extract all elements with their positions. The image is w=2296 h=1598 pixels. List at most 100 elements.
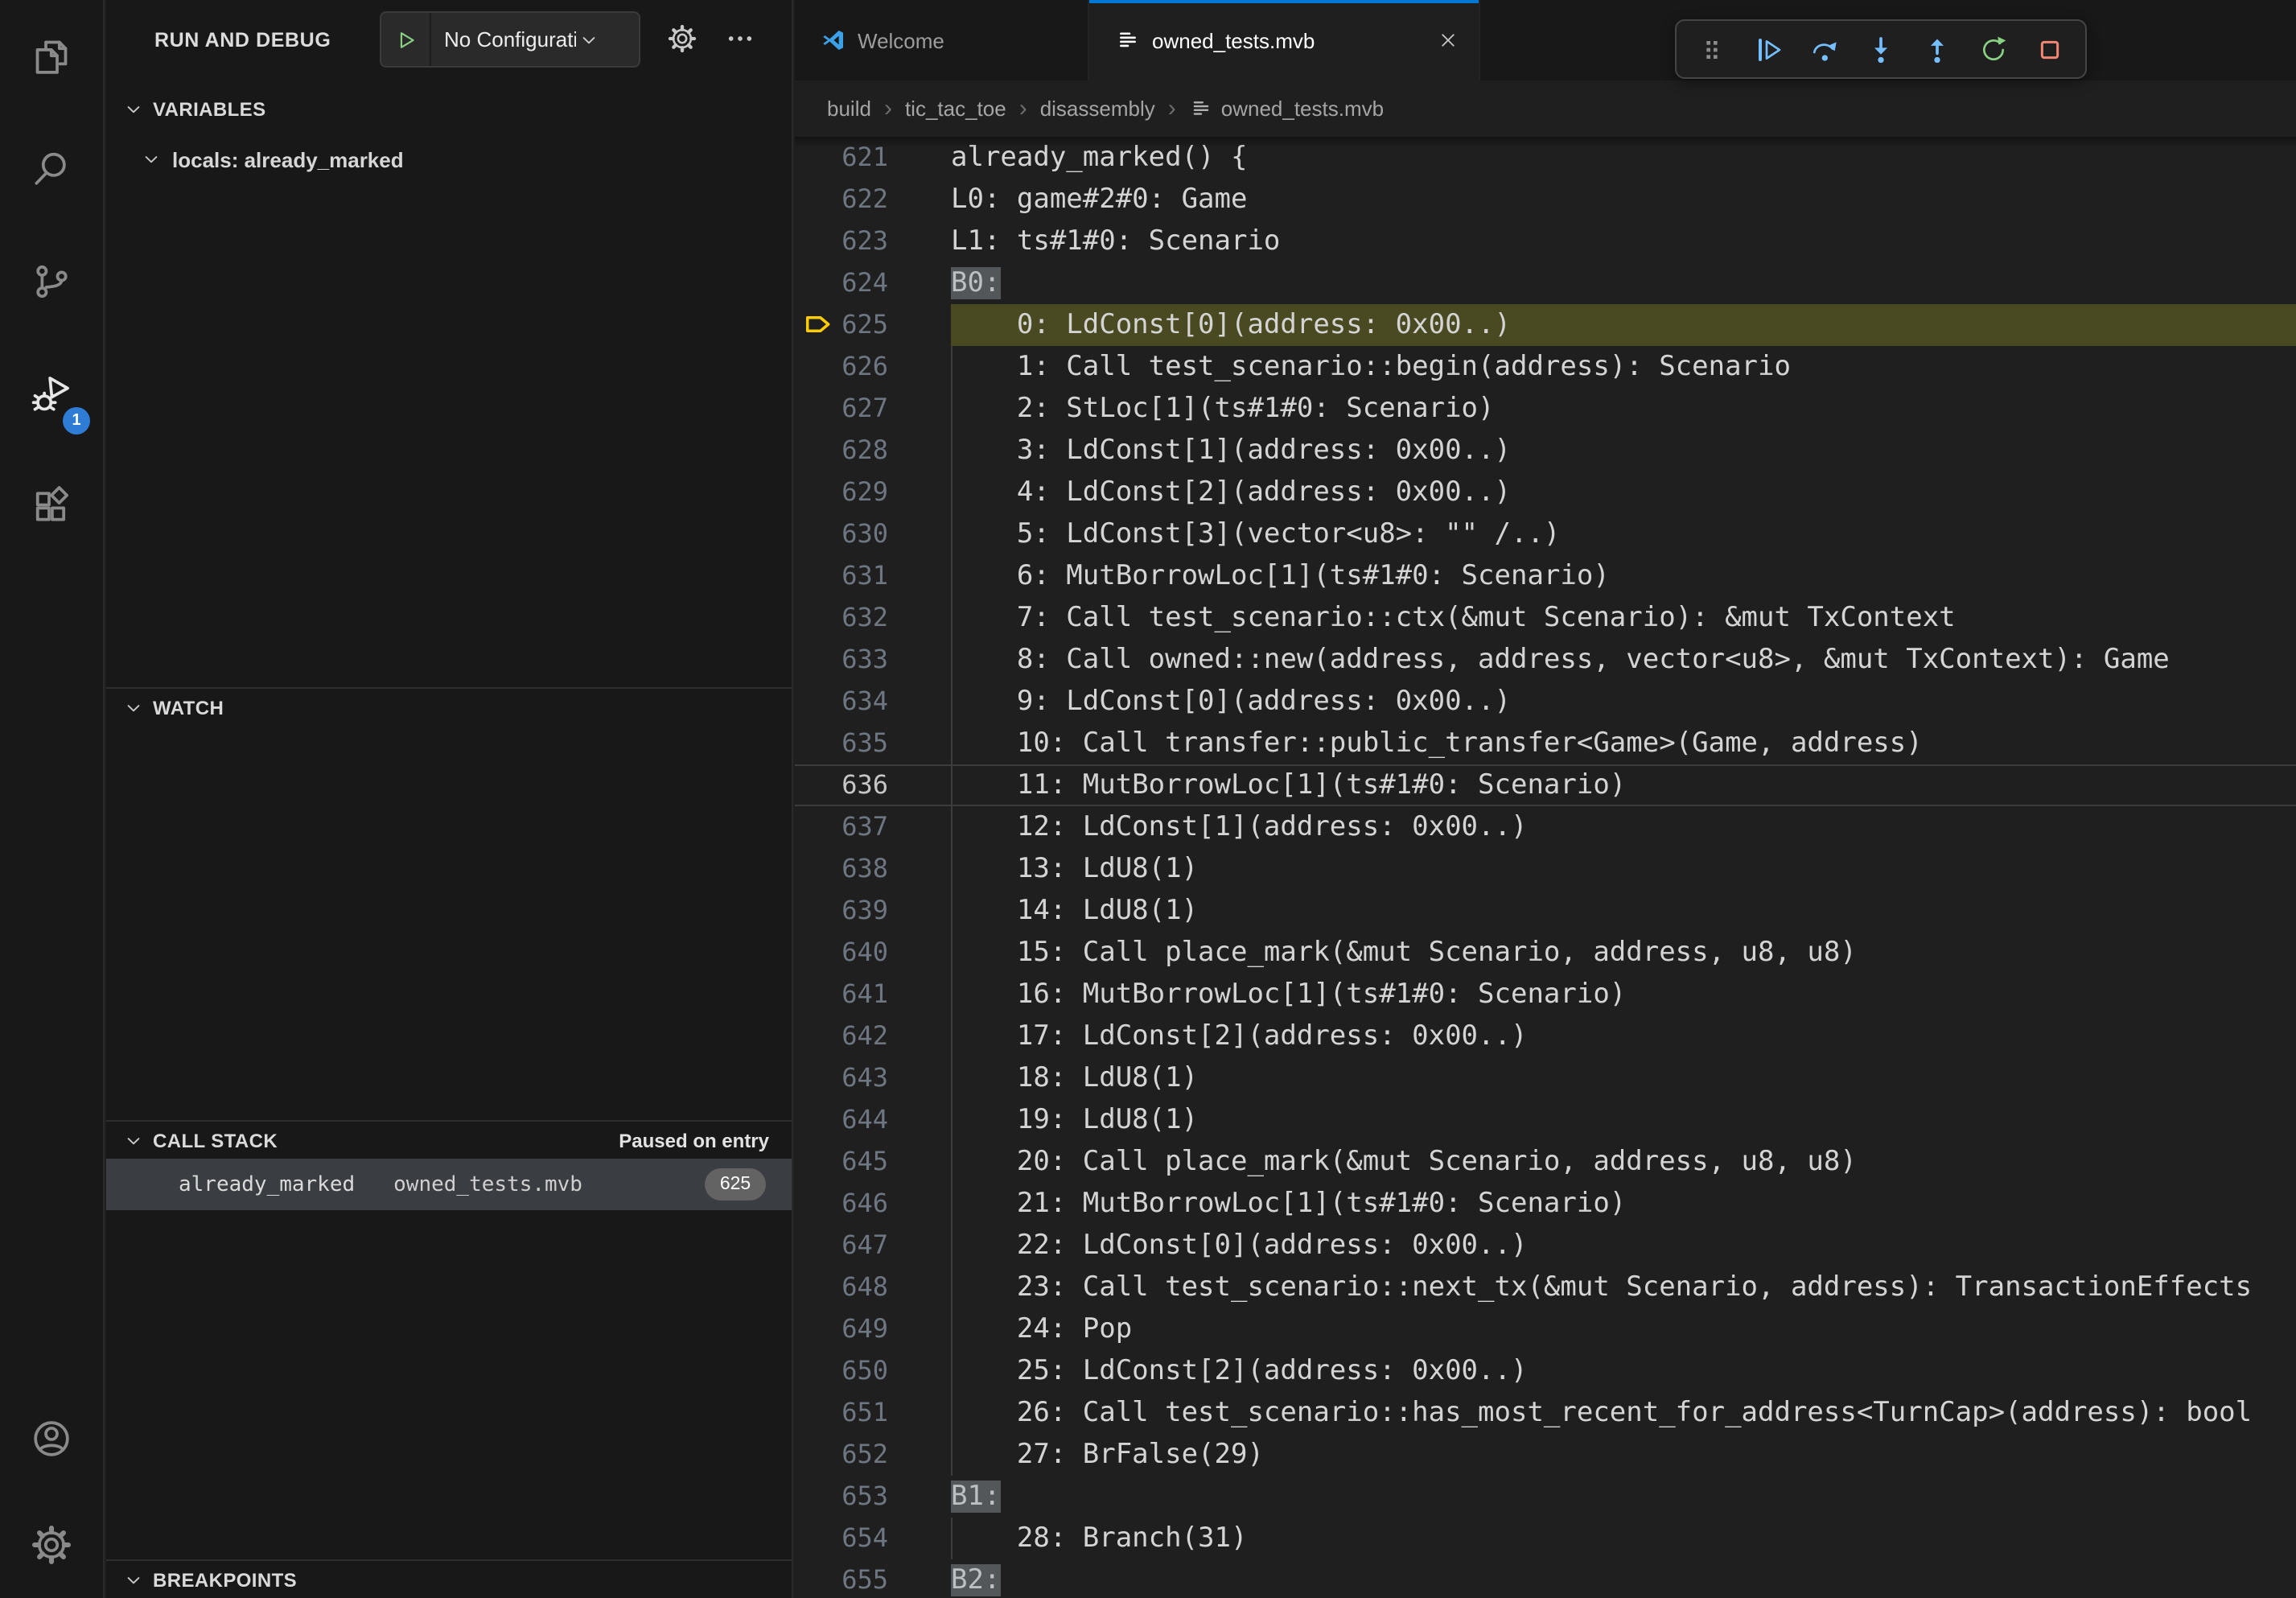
line-number[interactable]: 622 bbox=[795, 179, 888, 220]
code-line-652[interactable]: 652 27: BrFalse(29) bbox=[795, 1434, 2296, 1476]
tab-owned-tests-mvb[interactable]: owned_tests.mvb bbox=[1089, 0, 1480, 80]
activity-bar-item-source-control[interactable] bbox=[0, 225, 103, 338]
line-number[interactable]: 651 bbox=[795, 1392, 888, 1434]
line-number[interactable]: 640 bbox=[795, 932, 888, 974]
code-line-643[interactable]: 643 18: LdU8(1) bbox=[795, 1057, 2296, 1099]
code-line-632[interactable]: 632 7: Call test_scenario::ctx(&mut Scen… bbox=[795, 597, 2296, 639]
code-line-655[interactable]: 655B2: bbox=[795, 1559, 2296, 1598]
more-actions-icon[interactable] bbox=[724, 23, 756, 55]
code-line-649[interactable]: 649 24: Pop bbox=[795, 1308, 2296, 1350]
activity-bar-item-explorer[interactable] bbox=[0, 0, 103, 113]
line-number[interactable]: 635 bbox=[795, 723, 888, 764]
line-number[interactable]: 621 bbox=[795, 137, 888, 179]
code-line-627[interactable]: 627 2: StLoc[1](ts#1#0: Scenario) bbox=[795, 388, 2296, 430]
line-number[interactable]: 655 bbox=[795, 1559, 888, 1598]
line-number[interactable]: 650 bbox=[795, 1350, 888, 1392]
code-line-622[interactable]: 622L0: game#2#0: Game bbox=[795, 179, 2296, 220]
line-number[interactable]: 633 bbox=[795, 639, 888, 681]
code-line-640[interactable]: 640 15: Call place_mark(&mut Scenario, a… bbox=[795, 932, 2296, 974]
line-number[interactable]: 653 bbox=[795, 1476, 888, 1518]
line-number[interactable]: 648 bbox=[795, 1266, 888, 1308]
code-line-644[interactable]: 644 19: LdU8(1) bbox=[795, 1099, 2296, 1141]
activity-bar-item-run-and-debug[interactable]: 1 bbox=[0, 338, 103, 451]
breadcrumb-item-tic_tac_toe[interactable]: tic_tac_toe bbox=[905, 97, 1006, 121]
line-number[interactable]: 629 bbox=[795, 472, 888, 513]
section-header-watch[interactable]: WATCH bbox=[106, 687, 792, 726]
section-header-variables[interactable]: VARIABLES bbox=[106, 90, 792, 129]
code-line-648[interactable]: 648 23: Call test_scenario::next_tx(&mut… bbox=[795, 1266, 2296, 1308]
debug-start-icon[interactable] bbox=[381, 13, 431, 66]
line-number[interactable]: 645 bbox=[795, 1141, 888, 1183]
code-line-630[interactable]: 630 5: LdConst[3](vector<u8>: "" /..) bbox=[795, 513, 2296, 555]
code-line-637[interactable]: 637 12: LdConst[1](address: 0x00..) bbox=[795, 806, 2296, 848]
code-line-654[interactable]: 654 28: Branch(31) bbox=[795, 1518, 2296, 1559]
code-line-642[interactable]: 642 17: LdConst[2](address: 0x00..) bbox=[795, 1015, 2296, 1057]
debug-continue-button[interactable] bbox=[1752, 33, 1784, 65]
code-line-638[interactable]: 638 13: LdU8(1) bbox=[795, 848, 2296, 890]
line-number[interactable]: 642 bbox=[795, 1015, 888, 1057]
debug-step-over-button[interactable] bbox=[1808, 33, 1841, 65]
section-header-breakpoints[interactable]: BREAKPOINTS bbox=[106, 1559, 792, 1598]
line-number[interactable]: 641 bbox=[795, 974, 888, 1015]
close-icon[interactable] bbox=[1421, 29, 1459, 51]
section-header-call-stack[interactable]: CALL STACK Paused on entry bbox=[106, 1120, 792, 1159]
code-line-639[interactable]: 639 14: LdU8(1) bbox=[795, 890, 2296, 932]
line-number[interactable]: 643 bbox=[795, 1057, 888, 1099]
line-number[interactable]: 638 bbox=[795, 848, 888, 890]
tab-welcome[interactable]: Welcome bbox=[795, 0, 1089, 80]
code-line-623[interactable]: 623L1: ts#1#0: Scenario bbox=[795, 220, 2296, 262]
code-line-628[interactable]: 628 3: LdConst[1](address: 0x00..) bbox=[795, 430, 2296, 472]
debug-stop-button[interactable] bbox=[2034, 33, 2066, 65]
activity-bar-item-search[interactable] bbox=[0, 113, 103, 225]
code-line-634[interactable]: 634 9: LdConst[0](address: 0x00..) bbox=[795, 681, 2296, 723]
code-line-651[interactable]: 651 26: Call test_scenario::has_most_rec… bbox=[795, 1392, 2296, 1434]
line-number[interactable]: 630 bbox=[795, 513, 888, 555]
code-line-621[interactable]: 621already_marked() { bbox=[795, 137, 2296, 179]
code-line-653[interactable]: 653B1: bbox=[795, 1476, 2296, 1518]
activity-bar-item-accounts[interactable] bbox=[0, 1386, 103, 1492]
line-number[interactable]: 644 bbox=[795, 1099, 888, 1141]
activity-bar-item-extensions[interactable] bbox=[0, 451, 103, 563]
line-number[interactable]: 626 bbox=[795, 346, 888, 388]
debug-step-out-button[interactable] bbox=[1921, 33, 1953, 65]
code-line-641[interactable]: 641 16: MutBorrowLoc[1](ts#1#0: Scenario… bbox=[795, 974, 2296, 1015]
line-number[interactable]: 634 bbox=[795, 681, 888, 723]
debug-configuration-dropdown[interactable]: No Configurations bbox=[380, 11, 640, 68]
debug-restart-button[interactable] bbox=[1977, 33, 2010, 65]
code-line-646[interactable]: 646 21: MutBorrowLoc[1](ts#1#0: Scenario… bbox=[795, 1183, 2296, 1225]
line-number[interactable]: 654 bbox=[795, 1518, 888, 1559]
call-stack-frame[interactable]: already_markedowned_tests.mvb625 bbox=[106, 1159, 792, 1210]
line-number[interactable]: 623 bbox=[795, 220, 888, 262]
line-number[interactable]: 631 bbox=[795, 555, 888, 597]
line-number[interactable]: 647 bbox=[795, 1225, 888, 1266]
code-line-626[interactable]: 626 1: Call test_scenario::begin(address… bbox=[795, 346, 2296, 388]
code-line-635[interactable]: 635 10: Call transfer::public_transfer<G… bbox=[795, 723, 2296, 764]
line-number[interactable]: 632 bbox=[795, 597, 888, 639]
line-number[interactable]: 637 bbox=[795, 806, 888, 848]
debug-settings-gear-icon[interactable] bbox=[666, 23, 698, 55]
activity-bar-item-settings[interactable] bbox=[0, 1492, 103, 1598]
breadcrumb-item-owned_tests.mvb[interactable]: owned_tests.mvb bbox=[1189, 97, 1384, 121]
breadcrumb-item-disassembly[interactable]: disassembly bbox=[1040, 97, 1155, 121]
code-line-624[interactable]: 624B0: bbox=[795, 262, 2296, 304]
line-number[interactable]: 628 bbox=[795, 430, 888, 472]
line-number[interactable]: 639 bbox=[795, 890, 888, 932]
code-line-629[interactable]: 629 4: LdConst[2](address: 0x00..) bbox=[795, 472, 2296, 513]
line-number[interactable]: 624 bbox=[795, 262, 888, 304]
code-line-645[interactable]: 645 20: Call place_mark(&mut Scenario, a… bbox=[795, 1141, 2296, 1183]
code-line-633[interactable]: 633 8: Call owned::new(address, address,… bbox=[795, 639, 2296, 681]
code-line-636[interactable]: 636 11: MutBorrowLoc[1](ts#1#0: Scenario… bbox=[795, 764, 2296, 806]
line-number[interactable]: 646 bbox=[795, 1183, 888, 1225]
code-line-647[interactable]: 647 22: LdConst[0](address: 0x00..) bbox=[795, 1225, 2296, 1266]
variables-scope-locals[interactable]: locals: already_marked bbox=[106, 138, 792, 180]
debug-drag-handle[interactable] bbox=[1696, 33, 1728, 65]
debug-step-into-button[interactable] bbox=[1865, 33, 1897, 65]
code-line-650[interactable]: 650 25: LdConst[2](address: 0x00..) bbox=[795, 1350, 2296, 1392]
line-number[interactable]: 636 bbox=[795, 764, 888, 806]
breadcrumb-item-build[interactable]: build bbox=[827, 97, 871, 121]
line-number[interactable]: 652 bbox=[795, 1434, 888, 1476]
line-number[interactable]: 627 bbox=[795, 388, 888, 430]
line-number[interactable]: 649 bbox=[795, 1308, 888, 1350]
code-line-625[interactable]: 625 0: LdConst[0](address: 0x00..) bbox=[795, 304, 2296, 346]
code-line-631[interactable]: 631 6: MutBorrowLoc[1](ts#1#0: Scenario) bbox=[795, 555, 2296, 597]
